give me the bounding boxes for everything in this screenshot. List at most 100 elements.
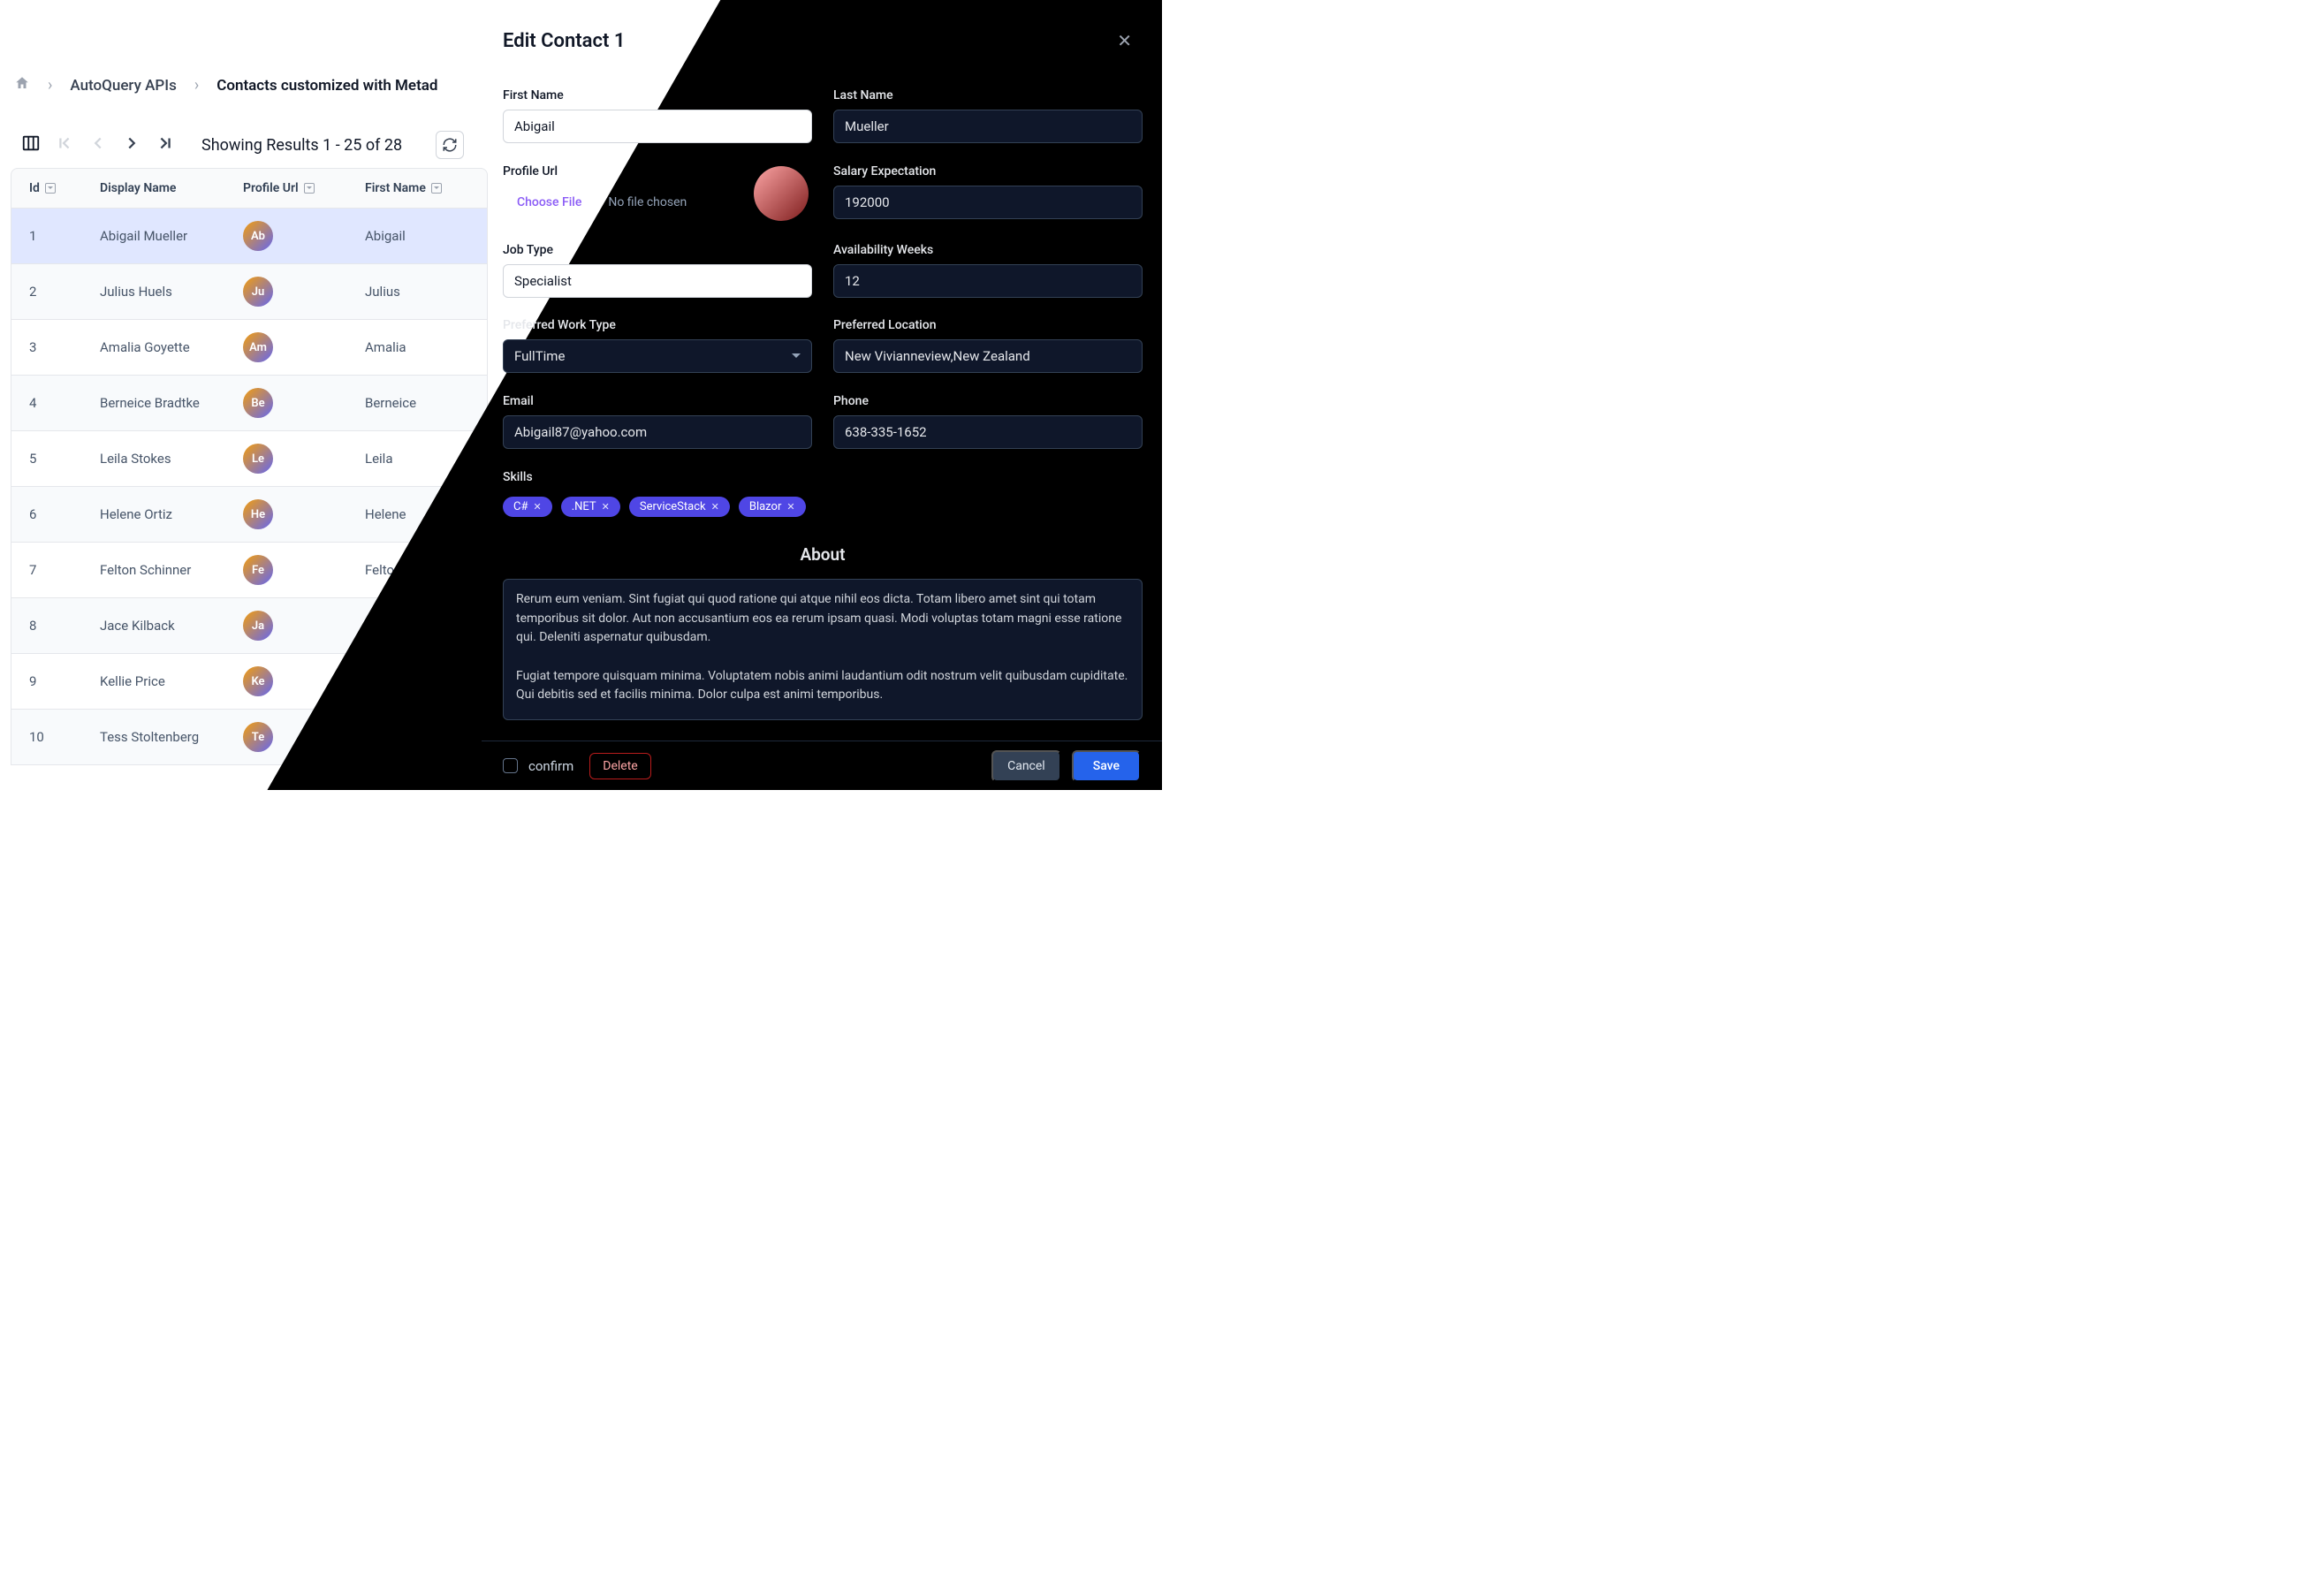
refresh-button[interactable] xyxy=(436,131,464,159)
cell-id: 2 xyxy=(29,284,100,300)
skills-label: Skills xyxy=(503,470,1143,484)
cell-first-name: Leila xyxy=(365,451,453,467)
column-header-profile-url[interactable]: Profile Url xyxy=(243,181,365,195)
column-header-display-name[interactable]: Display Name xyxy=(100,181,243,195)
skill-chip[interactable]: ServiceStack✕ xyxy=(629,497,730,517)
table-row[interactable]: 3Amalia GoyetteAm Amalia xyxy=(11,320,488,376)
avatar: Ja xyxy=(243,611,273,641)
preferred-work-type-select[interactable]: FullTime xyxy=(503,339,812,373)
edit-contact-panel: Edit Contact 1 ✕ First Name Last Name Pr… xyxy=(482,0,1162,790)
cell-first-name: Amalia xyxy=(365,339,453,355)
cell-profile-url: Ju xyxy=(243,277,365,307)
cell-id: 8 xyxy=(29,618,100,634)
cell-id: 7 xyxy=(29,562,100,578)
skills-chips: C#✕ .NET✕ ServiceStack✕ Blazor✕ xyxy=(503,497,1143,517)
table-row[interactable]: 4Berneice BradtkeBeBerneice xyxy=(11,376,488,431)
table-row[interactable]: 1Abigail MuellerAbAbigail xyxy=(11,209,488,264)
phone-input[interactable] xyxy=(833,415,1143,449)
cell-display-name: Amalia Goyette xyxy=(100,339,243,355)
save-button[interactable]: Save xyxy=(1072,750,1141,782)
cell-profile-url: Le xyxy=(243,444,365,474)
confirm-label: confirm xyxy=(528,758,573,774)
cell-display-name: Helene Ortiz xyxy=(100,506,243,522)
choose-file-button[interactable]: Choose File xyxy=(503,189,596,216)
column-header-first-name[interactable]: First Name xyxy=(365,181,453,195)
cell-display-name: Julius Huels xyxy=(100,284,243,300)
avatar: Am xyxy=(243,332,273,362)
cell-display-name: Tess Stoltenberg xyxy=(100,729,243,745)
profile-url-label: Profile Url xyxy=(503,164,687,179)
cancel-button[interactable]: Cancel xyxy=(991,750,1061,782)
preferred-location-label: Preferred Location xyxy=(833,318,1143,332)
cell-first-name: Julius xyxy=(365,284,453,300)
cell-display-name: Jace Kilback xyxy=(100,618,243,634)
last-name-label: Last Name xyxy=(833,88,1143,103)
cell-id: 6 xyxy=(29,506,100,522)
cell-profile-url: He xyxy=(243,499,365,529)
breadcrumb-current: Contacts customized with Metad xyxy=(216,77,437,95)
cell-display-name: Abigail Mueller xyxy=(100,228,243,244)
cell-profile-url: Am xyxy=(243,332,365,362)
page-last-button[interactable] xyxy=(156,133,175,156)
phone-label: Phone xyxy=(833,394,1143,408)
avatar: Le xyxy=(243,444,273,474)
email-label: Email xyxy=(503,394,812,408)
first-name-label: First Name xyxy=(503,88,812,103)
avatar: Ab xyxy=(243,221,273,251)
table-header-row: Id Display Name Profile Url First Name xyxy=(11,168,488,209)
availability-label: Availability Weeks xyxy=(833,243,1143,257)
cell-id: 10 xyxy=(29,729,100,745)
breadcrumb: › AutoQuery APIs › Contacts customized w… xyxy=(14,75,438,95)
preferred-location-input[interactable] xyxy=(833,339,1143,373)
column-menu-icon[interactable] xyxy=(431,183,442,194)
cell-first-name: Berneice xyxy=(365,395,453,411)
remove-chip-icon[interactable]: ✕ xyxy=(533,501,541,513)
delete-button[interactable]: Delete xyxy=(589,753,650,779)
last-name-input[interactable] xyxy=(833,110,1143,143)
about-textarea[interactable] xyxy=(503,579,1143,720)
availability-input[interactable] xyxy=(833,264,1143,298)
breadcrumb-link-autoquery[interactable]: AutoQuery APIs xyxy=(70,77,176,95)
cell-id: 5 xyxy=(29,451,100,467)
cell-display-name: Kellie Price xyxy=(100,673,243,689)
remove-chip-icon[interactable]: ✕ xyxy=(602,501,610,513)
preferred-work-type-label: Preferred Work Type xyxy=(503,318,812,332)
remove-chip-icon[interactable]: ✕ xyxy=(786,501,794,513)
chevron-right-icon: › xyxy=(194,76,199,95)
column-menu-icon[interactable] xyxy=(304,183,315,194)
table-row[interactable]: 2Julius HuelsJu Julius xyxy=(11,264,488,320)
avatar: Ju xyxy=(243,277,273,307)
cell-id: 3 xyxy=(29,339,100,355)
page-prev-button[interactable] xyxy=(88,133,108,156)
skill-chip[interactable]: C#✕ xyxy=(503,497,552,517)
skill-chip[interactable]: .NET✕ xyxy=(561,497,620,517)
remove-chip-icon[interactable]: ✕ xyxy=(711,501,719,513)
column-header-id[interactable]: Id xyxy=(29,181,100,195)
table-toolbar: Showing Results 1 - 25 of 28 xyxy=(21,131,464,159)
page-next-button[interactable] xyxy=(122,133,141,156)
first-name-input[interactable] xyxy=(503,110,812,143)
page-first-button[interactable] xyxy=(55,133,74,156)
cell-profile-url: Fe xyxy=(243,555,365,585)
avatar: Fe xyxy=(243,555,273,585)
home-icon[interactable] xyxy=(14,75,30,95)
about-heading: About xyxy=(503,544,1143,565)
panel-title: Edit Contact 1 xyxy=(503,30,625,52)
avatar: Ke xyxy=(243,666,273,696)
email-input[interactable] xyxy=(503,415,812,449)
job-type-label: Job Type xyxy=(503,243,812,257)
confirm-checkbox[interactable] xyxy=(503,758,518,773)
job-type-input[interactable] xyxy=(503,264,812,298)
skill-chip[interactable]: Blazor✕ xyxy=(739,497,806,517)
cell-profile-url: Ab xyxy=(243,221,365,251)
columns-icon[interactable] xyxy=(21,133,41,156)
cell-display-name: Leila Stokes xyxy=(100,451,243,467)
column-menu-icon[interactable] xyxy=(45,183,56,194)
profile-avatar-preview xyxy=(754,166,809,221)
results-summary: Showing Results 1 - 25 of 28 xyxy=(201,136,402,155)
cell-id: 9 xyxy=(29,673,100,689)
salary-input[interactable] xyxy=(833,186,1143,219)
table-row[interactable]: 5Leila StokesLe Leila xyxy=(11,431,488,487)
close-icon[interactable]: ✕ xyxy=(1117,30,1132,51)
cell-id: 4 xyxy=(29,395,100,411)
